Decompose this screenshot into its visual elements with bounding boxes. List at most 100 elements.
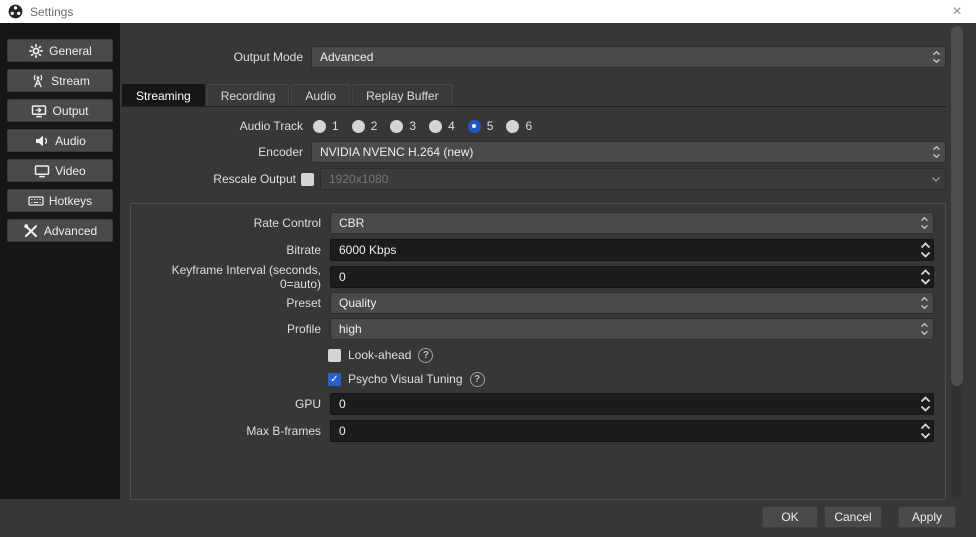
audio-track-radio-1[interactable]: 1	[313, 119, 339, 133]
apply-button[interactable]: Apply	[898, 506, 956, 528]
keyframe-interval-input[interactable]	[331, 267, 917, 287]
radio-icon	[352, 120, 365, 133]
sidebar-item-label: Hotkeys	[49, 194, 92, 208]
rate-control-label: Rate Control	[131, 216, 321, 230]
tab-replay-buffer[interactable]: Replay Buffer	[352, 84, 453, 106]
sidebar: General Stream O	[0, 23, 120, 499]
audio-track-row: Audio Track 1 2 3 4 5 6	[0, 116, 946, 136]
scrollbar-track[interactable]	[951, 26, 963, 498]
rate-control-select[interactable]: CBR	[330, 212, 934, 234]
tab-streaming[interactable]: Streaming	[122, 84, 205, 106]
bitrate-row: Bitrate	[131, 239, 934, 261]
chevron-down-icon	[920, 431, 931, 440]
max-b-frames-row: Max B-frames	[131, 420, 934, 442]
radio-label: 4	[448, 119, 455, 133]
radio-label: 6	[525, 119, 532, 133]
tab-label: Audio	[305, 89, 336, 103]
gpu-spinbox	[330, 393, 934, 415]
gpu-input[interactable]	[331, 394, 917, 414]
profile-label: Profile	[131, 322, 321, 336]
output-tabs: Streaming Recording Audio Replay Buffer	[122, 84, 455, 106]
spin-buttons[interactable]	[917, 240, 933, 260]
scrollbar-handle[interactable]	[951, 26, 963, 386]
radio-label: 5	[487, 119, 494, 133]
spin-buttons[interactable]	[917, 421, 933, 441]
output-mode-select[interactable]: Advanced	[311, 46, 946, 68]
sidebar-item-hotkeys[interactable]: Hotkeys	[7, 189, 113, 212]
keyframe-interval-spinbox	[330, 266, 934, 288]
psycho-visual-tuning-row[interactable]: ✓ Psycho Visual Tuning ?	[328, 371, 485, 387]
rescale-label: Rescale Output	[0, 172, 296, 186]
bitrate-input[interactable]	[331, 240, 917, 260]
radio-label: 3	[409, 119, 416, 133]
profile-row: Profile high	[131, 318, 934, 340]
look-ahead-checkbox[interactable]	[328, 349, 341, 362]
window-title: Settings	[30, 5, 73, 19]
preset-label: Preset	[131, 296, 321, 310]
audio-track-radio-2[interactable]: 2	[352, 119, 378, 133]
help-icon[interactable]: ?	[418, 348, 433, 363]
preset-value: Quality	[339, 296, 920, 310]
rescale-row: Rescale Output 1920x1080	[0, 168, 946, 190]
sidebar-item-label: Stream	[51, 74, 90, 88]
psycho-visual-tuning-checkbox[interactable]: ✓	[328, 373, 341, 386]
gpu-label: GPU	[131, 397, 321, 411]
audio-track-radio-3[interactable]: 3	[390, 119, 416, 133]
look-ahead-label: Look-ahead	[348, 348, 411, 362]
bitrate-label: Bitrate	[131, 243, 321, 257]
output-mode-row: Output Mode Advanced	[0, 46, 946, 68]
rescale-select: 1920x1080	[320, 168, 946, 190]
sidebar-item-advanced[interactable]: Advanced	[7, 219, 113, 242]
keyframe-interval-label: Keyframe Interval (seconds, 0=auto)	[131, 263, 321, 291]
profile-select[interactable]: high	[330, 318, 934, 340]
combo-spinner-icon	[932, 144, 941, 160]
encoder-settings-group: Rate Control CBR Bitrate	[130, 203, 946, 500]
cancel-button[interactable]: Cancel	[824, 506, 882, 528]
radio-icon	[429, 120, 442, 133]
tools-icon	[23, 223, 39, 239]
close-icon[interactable]: ×	[946, 4, 968, 20]
spin-buttons[interactable]	[917, 267, 933, 287]
radio-label: 1	[332, 119, 339, 133]
combo-spinner-icon	[932, 49, 941, 65]
output-mode-value: Advanced	[320, 50, 932, 64]
antenna-icon	[30, 73, 46, 89]
chevron-down-icon	[920, 277, 931, 286]
rescale-checkbox[interactable]	[301, 173, 314, 186]
tab-label: Replay Buffer	[366, 89, 439, 103]
max-b-frames-input[interactable]	[331, 421, 917, 441]
titlebar: Settings ×	[0, 0, 976, 23]
audio-track-radio-4[interactable]: 4	[429, 119, 455, 133]
bitrate-spinbox	[330, 239, 934, 261]
max-b-frames-label: Max B-frames	[131, 424, 321, 438]
combo-spinner-icon	[920, 215, 929, 231]
output-mode-label: Output Mode	[0, 50, 303, 64]
encoder-select[interactable]: NVIDIA NVENC H.264 (new)	[311, 141, 946, 163]
dialog-content: General Stream O	[0, 23, 976, 537]
audio-track-radio-5[interactable]: 5	[468, 119, 494, 133]
audio-track-radios: 1 2 3 4 5 6	[313, 119, 545, 133]
sidebar-item-stream[interactable]: Stream	[7, 69, 113, 92]
tab-audio[interactable]: Audio	[291, 84, 350, 106]
tab-label: Recording	[221, 89, 276, 103]
encoder-label: Encoder	[0, 145, 303, 159]
max-b-frames-spinbox	[330, 420, 934, 442]
chevron-up-icon	[920, 422, 931, 431]
tab-label: Streaming	[136, 89, 191, 103]
chevron-up-icon	[920, 395, 931, 404]
preset-select[interactable]: Quality	[330, 292, 934, 314]
tab-recording[interactable]: Recording	[207, 84, 290, 106]
rescale-value: 1920x1080	[329, 172, 931, 186]
chevron-down-icon	[920, 250, 931, 259]
ok-button[interactable]: OK	[762, 506, 818, 528]
spin-buttons[interactable]	[917, 394, 933, 414]
audio-track-radio-6[interactable]: 6	[506, 119, 532, 133]
keyboard-icon	[28, 193, 44, 209]
profile-value: high	[339, 322, 920, 336]
psycho-visual-tuning-label: Psycho Visual Tuning	[348, 372, 463, 386]
help-icon[interactable]: ?	[470, 372, 485, 387]
encoder-row: Encoder NVIDIA NVENC H.264 (new)	[0, 141, 946, 163]
radio-label: 2	[371, 119, 378, 133]
look-ahead-row[interactable]: Look-ahead ?	[328, 347, 433, 363]
combo-spinner-icon	[920, 295, 929, 311]
